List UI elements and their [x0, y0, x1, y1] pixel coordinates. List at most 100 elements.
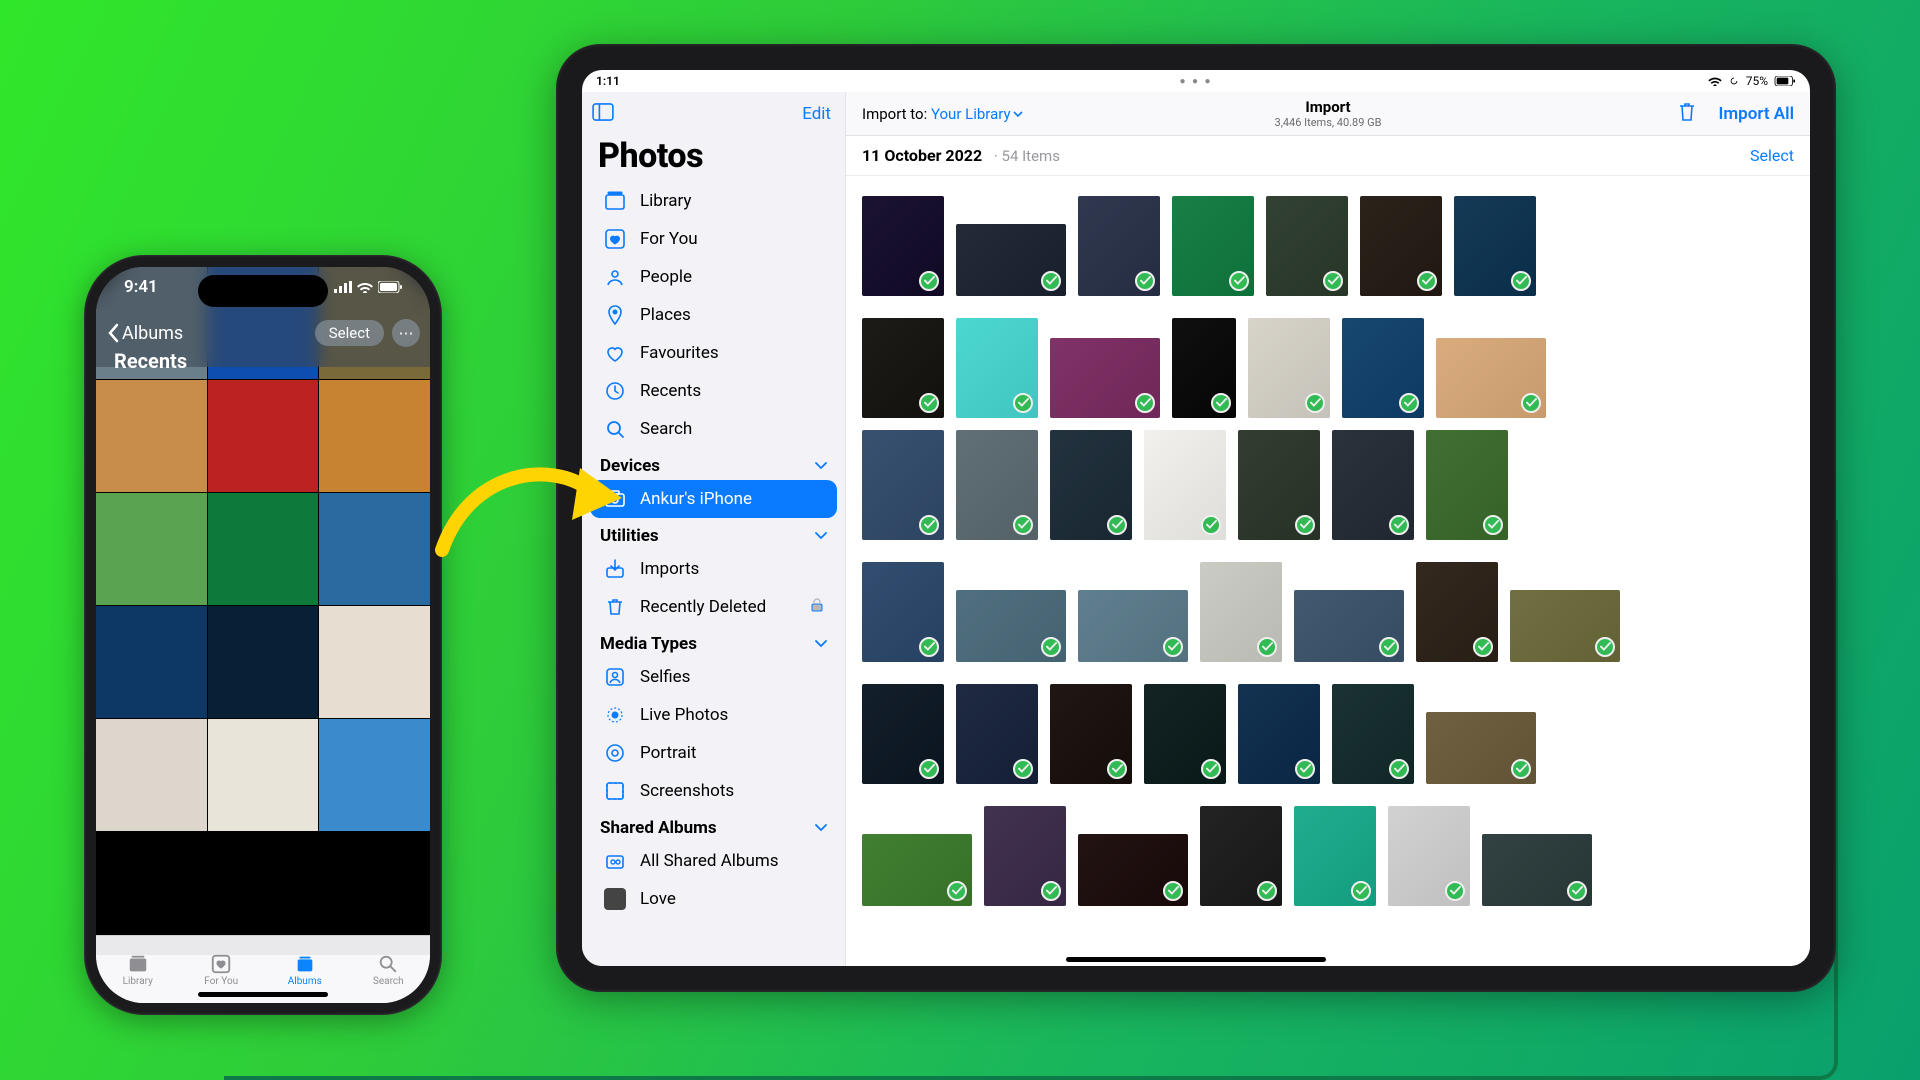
imported-check-icon: [1483, 515, 1503, 535]
import-photo-thumb[interactable]: [956, 318, 1038, 418]
import-photo-thumb[interactable]: [862, 684, 944, 784]
sidebar-section-devices[interactable]: Devices: [582, 448, 845, 480]
import-photo-thumb[interactable]: [862, 318, 944, 418]
import-photo-thumb[interactable]: [1436, 338, 1546, 418]
imported-check-icon: [1295, 515, 1315, 535]
sidebar-item-recently-deleted[interactable]: Recently Deleted: [590, 588, 837, 626]
iphone-photo-thumb[interactable]: [96, 606, 207, 718]
imported-check-icon: [1473, 637, 1493, 657]
import-photo-thumb[interactable]: [956, 590, 1066, 662]
iphone-photo-thumb[interactable]: [96, 380, 207, 492]
more-button[interactable]: ⋯: [392, 319, 420, 347]
import-photo-thumb[interactable]: [1426, 712, 1536, 784]
import-photo-thumb[interactable]: [1144, 684, 1226, 784]
import-photo-thumb[interactable]: [1172, 196, 1254, 296]
import-photo-thumb[interactable]: [862, 430, 944, 540]
import-photo-thumb[interactable]: [1248, 318, 1330, 418]
sidebar-section-utilities[interactable]: Utilities: [582, 518, 845, 550]
lock-icon: [811, 597, 823, 617]
import-photo-thumb[interactable]: [1360, 196, 1442, 296]
edit-button[interactable]: Edit: [802, 104, 831, 124]
import-photo-thumb[interactable]: [1144, 430, 1226, 540]
sidebar-item-people[interactable]: People: [590, 258, 837, 296]
imported-check-icon: [919, 271, 939, 291]
import-photo-thumb[interactable]: [1426, 430, 1508, 540]
iphone-photo-thumb[interactable]: [319, 380, 430, 492]
iphone-photo-thumb[interactable]: [208, 719, 319, 831]
sidebar-item-imports[interactable]: Imports: [590, 550, 837, 588]
back-button[interactable]: Albums: [106, 323, 183, 344]
import-gallery[interactable]: [846, 176, 1810, 966]
iphone-photo-thumb[interactable]: [208, 493, 319, 605]
import-photo-thumb[interactable]: [862, 834, 972, 906]
iphone-photo-thumb[interactable]: [96, 493, 207, 605]
iphone-photo-thumb[interactable]: [96, 719, 207, 831]
import-photo-thumb[interactable]: [1050, 430, 1132, 540]
tab-library[interactable]: Library: [96, 936, 180, 1003]
import-photo-thumb[interactable]: [956, 430, 1038, 540]
sidebar-item-ankur-s-iphone[interactable]: Ankur's iPhone: [590, 480, 837, 518]
imported-check-icon: [1107, 515, 1127, 535]
sidebar-item-library[interactable]: Library: [590, 182, 837, 220]
imported-check-icon: [1351, 881, 1371, 901]
import-photo-thumb[interactable]: [1200, 562, 1282, 662]
import-photo-thumb[interactable]: [1078, 834, 1188, 906]
import-photo-thumb[interactable]: [1238, 684, 1320, 784]
import-photo-thumb[interactable]: [1332, 684, 1414, 784]
sidebar-item-screenshots[interactable]: Screenshots: [590, 772, 837, 810]
sidebar-item-all-shared-albums[interactable]: All Shared Albums: [590, 842, 837, 880]
delete-button[interactable]: [1677, 101, 1697, 127]
import-photo-thumb[interactable]: [956, 684, 1038, 784]
import-all-button[interactable]: Import All: [1719, 104, 1795, 124]
chevron-down-icon: [815, 824, 827, 832]
battery-icon: [378, 281, 402, 293]
import-photo-thumb[interactable]: [956, 224, 1066, 296]
tab-search[interactable]: Search: [347, 936, 431, 1003]
import-photo-thumb[interactable]: [862, 196, 944, 296]
import-photo-thumb[interactable]: [1266, 196, 1348, 296]
sidebar-section-shared[interactable]: Shared Albums: [582, 810, 845, 842]
sidebar-item-places[interactable]: Places: [590, 296, 837, 334]
sidebar-item-portrait[interactable]: Portrait: [590, 734, 837, 772]
iphone-photo-thumb[interactable]: [319, 606, 430, 718]
sidebar-item-live-photos[interactable]: Live Photos: [590, 696, 837, 734]
import-photo-thumb[interactable]: [1050, 338, 1160, 418]
import-photo-thumb[interactable]: [1332, 430, 1414, 540]
iphone-photo-thumb[interactable]: [319, 719, 430, 831]
import-photo-thumb[interactable]: [1078, 590, 1188, 662]
sidebar-section-media[interactable]: Media Types: [582, 626, 845, 658]
imported-check-icon: [1257, 637, 1277, 657]
select-button[interactable]: Select: [315, 320, 384, 346]
sidebar-item-search[interactable]: Search: [590, 410, 837, 448]
sidebar-item-favourites[interactable]: Favourites: [590, 334, 837, 372]
main-panel: Import to: Your Library Import 3,446 Ite…: [846, 92, 1810, 966]
iphone-device: 9:41 Albums Select ⋯ Recents: [84, 255, 442, 1015]
import-photo-thumb[interactable]: [984, 806, 1066, 906]
multitask-dots-icon[interactable]: ● ● ●: [1179, 76, 1212, 87]
import-photo-thumb[interactable]: [1172, 318, 1236, 418]
import-photo-thumb[interactable]: [1388, 806, 1470, 906]
iphone-photo-thumb[interactable]: [208, 380, 319, 492]
sidebar-item-selfies[interactable]: Selfies: [590, 658, 837, 696]
sidebar-item-for-you[interactable]: For You: [590, 220, 837, 258]
iphone-photo-thumb[interactable]: [208, 606, 319, 718]
library-icon: [126, 953, 150, 975]
import-photo-thumb[interactable]: [1454, 196, 1536, 296]
import-photo-thumb[interactable]: [1200, 806, 1282, 906]
import-photo-thumb[interactable]: [862, 562, 944, 662]
import-to-control[interactable]: Import to: Your Library: [862, 105, 1023, 123]
import-photo-thumb[interactable]: [1294, 590, 1404, 662]
import-photo-thumb[interactable]: [1416, 562, 1498, 662]
import-photo-thumb[interactable]: [1078, 196, 1160, 296]
import-photo-thumb[interactable]: [1342, 318, 1424, 418]
import-photo-thumb[interactable]: [1050, 684, 1132, 784]
import-photo-thumb[interactable]: [1238, 430, 1320, 540]
import-photo-thumb[interactable]: [1294, 806, 1376, 906]
import-photo-thumb[interactable]: [1482, 834, 1592, 906]
sidebar-item-love[interactable]: Love: [590, 880, 837, 918]
sidebar-toggle-button[interactable]: [592, 103, 614, 125]
import-photo-thumb[interactable]: [1510, 590, 1620, 662]
select-button[interactable]: Select: [1750, 146, 1794, 165]
iphone-photo-thumb[interactable]: [319, 493, 430, 605]
sidebar-item-recents[interactable]: Recents: [590, 372, 837, 410]
